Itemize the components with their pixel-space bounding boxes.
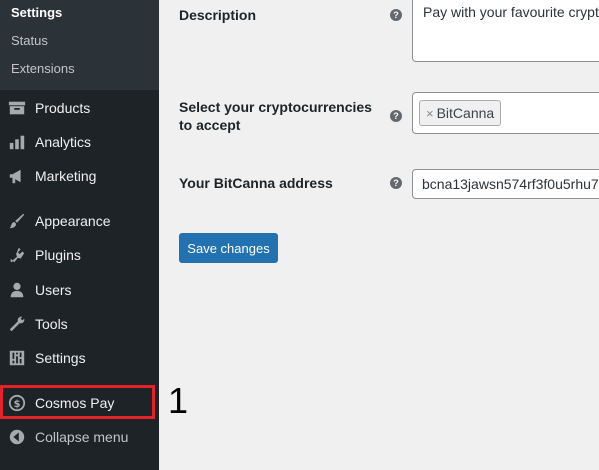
- sidebar-item-label: Tools: [35, 316, 68, 332]
- sidebar-item-plugins[interactable]: Plugins: [0, 238, 159, 272]
- description-label: Description: [179, 7, 257, 23]
- user-icon: [7, 280, 27, 300]
- sidebar-item-products[interactable]: Products: [0, 91, 159, 125]
- description-textarea[interactable]: Pay with your favourite crypt: [412, 0, 599, 62]
- chip-label: BitCanna: [436, 105, 495, 121]
- sidebar-item-label: Marketing: [35, 168, 97, 184]
- selected-crypto-chip: × BitCanna: [419, 100, 502, 126]
- help-tip-icon[interactable]: ?: [390, 9, 402, 21]
- sidebar-item-tools[interactable]: Tools: [0, 307, 159, 341]
- bitcanna-address-input[interactable]: bcna13jawsn574rf3f0u5rhu7e: [412, 169, 599, 199]
- sidebar-item-label: Collapse menu: [35, 429, 129, 445]
- sidebar-item-label: Plugins: [35, 247, 81, 263]
- submenu-item-status[interactable]: Status: [11, 33, 48, 48]
- paintbrush-icon: [7, 211, 27, 231]
- address-label: Your BitCanna address: [179, 175, 333, 191]
- products-icon: [7, 98, 27, 118]
- crypto-select-label: Select your cryptocurrencies to accept: [179, 99, 372, 133]
- crypto-multiselect[interactable]: × BitCanna: [412, 92, 599, 134]
- woocommerce-submenu: Settings Status Extensions: [0, 0, 159, 90]
- sidebar-item-label: Analytics: [35, 134, 92, 150]
- annotation-number: 1: [168, 380, 189, 421]
- sidebar-item-label: Appearance: [35, 213, 111, 229]
- plugin-icon: [7, 245, 27, 265]
- sidebar-item-settings[interactable]: Settings: [0, 341, 159, 375]
- collapse-icon: [7, 427, 27, 447]
- sliders-icon: [7, 348, 27, 368]
- save-changes-button[interactable]: Save changes: [179, 233, 278, 263]
- sidebar-item-label: Settings: [35, 350, 86, 366]
- sidebar-item-analytics[interactable]: Analytics: [0, 125, 159, 159]
- sidebar-item-marketing[interactable]: Marketing: [0, 159, 159, 193]
- sidebar-item-appearance[interactable]: Appearance: [0, 204, 159, 238]
- wrench-icon: [7, 314, 27, 334]
- analytics-icon: [7, 132, 27, 152]
- sidebar-item-label: Products: [35, 100, 91, 116]
- sidebar-item-users[interactable]: Users: [0, 273, 159, 307]
- sidebar-item-label: Users: [35, 282, 72, 298]
- submenu-item-settings[interactable]: Settings: [11, 5, 62, 20]
- annotation-highlight-box: [0, 385, 155, 419]
- submenu-item-extensions[interactable]: Extensions: [11, 61, 75, 76]
- help-tip-icon[interactable]: ?: [390, 110, 402, 122]
- remove-chip-icon[interactable]: ×: [426, 106, 434, 121]
- help-tip-icon[interactable]: ?: [390, 177, 402, 189]
- megaphone-icon: [7, 166, 27, 186]
- collapse-menu-button[interactable]: Collapse menu: [0, 420, 159, 454]
